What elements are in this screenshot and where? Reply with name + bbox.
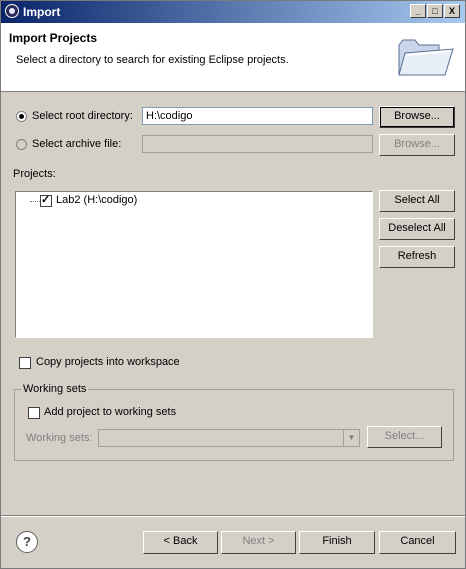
window-title: Import <box>23 5 61 19</box>
maximize-button[interactable]: □ <box>427 4 443 18</box>
select-archive-label[interactable]: Select archive file: <box>32 138 121 150</box>
finish-button[interactable]: Finish <box>299 531 375 554</box>
copy-projects-label[interactable]: Copy projects into workspace <box>36 356 180 368</box>
add-to-working-sets-checkbox[interactable] <box>28 407 40 419</box>
working-sets-group: Working sets Add project to working sets <box>14 383 454 461</box>
next-button[interactable]: Next > <box>221 531 296 554</box>
open-folder-icon <box>398 39 454 76</box>
projects-label: Projects: <box>13 168 56 180</box>
back-button[interactable]: < Back <box>143 531 218 554</box>
deselect-all-button[interactable]: Deselect All <box>379 218 455 240</box>
import-dialog: Import _ □ X Import Projects Select a di… <box>0 0 466 569</box>
cancel-button[interactable]: Cancel <box>379 531 456 554</box>
working-sets-combo-label: Working sets: <box>26 432 93 444</box>
archive-file-input[interactable] <box>142 135 373 153</box>
projects-tree[interactable]: Lab2 (H:\codigo) <box>15 191 373 338</box>
refresh-button[interactable]: Refresh <box>379 246 455 268</box>
page-description: Select a directory to search for existin… <box>16 54 289 66</box>
eclipse-icon <box>5 4 19 18</box>
select-archive-radio[interactable] <box>16 139 27 150</box>
minimize-button[interactable]: _ <box>410 4 426 18</box>
project-label[interactable]: Lab2 (H:\codigo) <box>56 194 137 206</box>
add-to-working-sets-label[interactable]: Add project to working sets <box>44 406 176 418</box>
browse-root-button[interactable]: Browse... <box>379 106 455 128</box>
root-directory-input[interactable]: H:\codigo <box>142 107 373 125</box>
wizard-header: Import Projects Select a directory to se… <box>1 23 465 92</box>
close-button[interactable]: X <box>444 4 460 18</box>
browse-archive-button[interactable]: Browse... <box>379 134 455 156</box>
help-icon[interactable]: ? <box>16 531 38 553</box>
footer-separator <box>1 515 465 517</box>
working-sets-legend: Working sets <box>21 383 89 395</box>
select-all-button[interactable]: Select All <box>379 190 455 212</box>
select-root-radio[interactable] <box>16 111 27 122</box>
chevron-down-icon[interactable]: ▼ <box>343 430 359 446</box>
select-root-label[interactable]: Select root directory: <box>32 110 133 122</box>
title-bar[interactable]: Import _ □ X <box>1 1 465 23</box>
select-working-sets-button[interactable]: Select... <box>367 426 442 448</box>
copy-projects-checkbox[interactable] <box>19 357 31 369</box>
project-checkbox[interactable] <box>40 193 52 207</box>
page-title: Import Projects <box>9 31 98 45</box>
working-sets-combo[interactable]: ▼ <box>98 429 360 447</box>
